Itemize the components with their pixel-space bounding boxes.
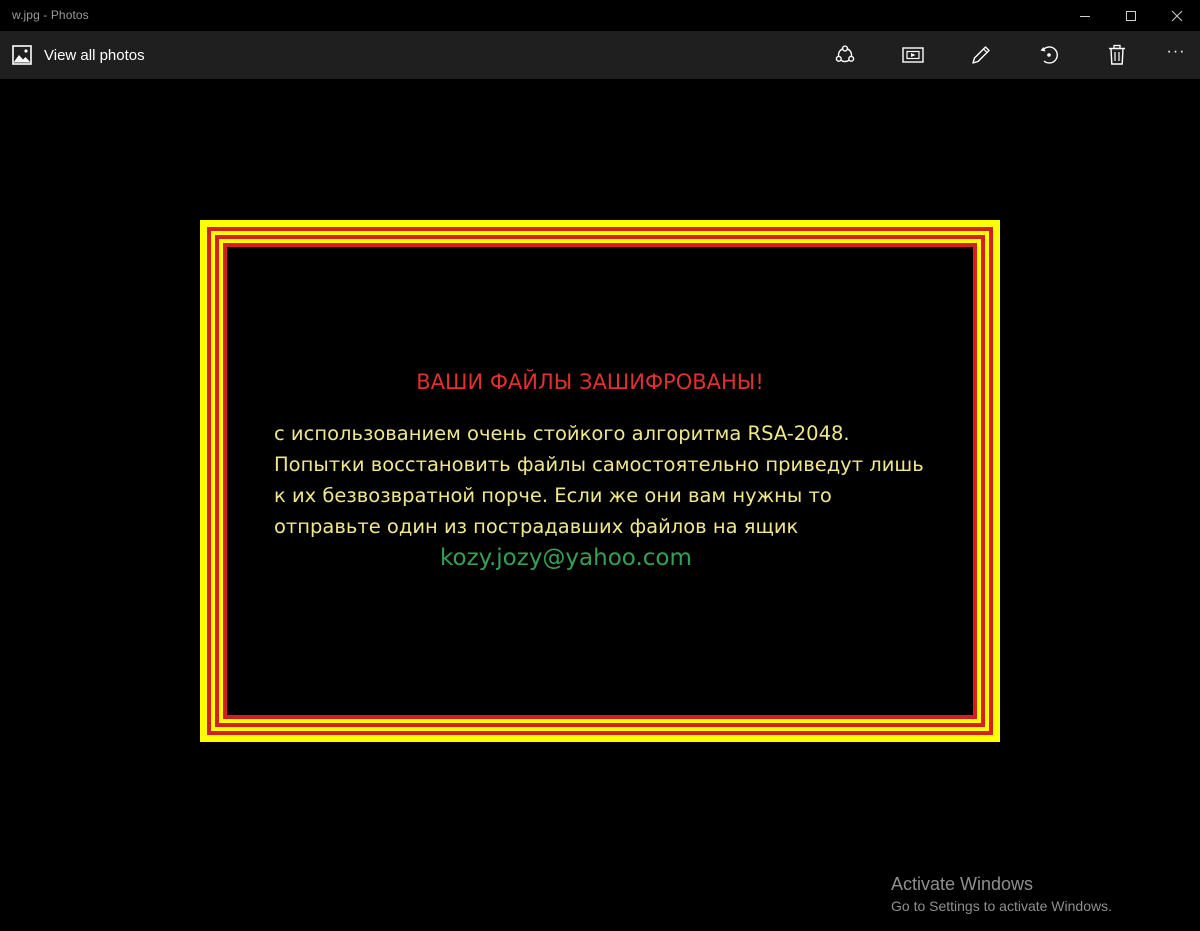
view-all-label: View all photos bbox=[44, 46, 145, 64]
delete-button[interactable] bbox=[1093, 31, 1141, 79]
app-toolbar: View all photos ··· bbox=[0, 31, 1200, 79]
ransom-line: к их безвозвратной порче. Если же они ва… bbox=[274, 484, 832, 507]
ransom-title-text: ВАШИ ФАЙЛЫ ЗАШИФРОВАНЫ! bbox=[416, 370, 764, 394]
share-button[interactable] bbox=[821, 31, 869, 79]
share-icon bbox=[835, 45, 855, 63]
title-bar: w.jpg - Photos bbox=[0, 0, 1200, 31]
more-icon: ··· bbox=[1166, 43, 1186, 60]
edit-icon bbox=[972, 46, 990, 64]
rotate-icon bbox=[1040, 46, 1058, 64]
edit-button[interactable] bbox=[957, 31, 1005, 79]
more-options-button[interactable]: ··· bbox=[1152, 31, 1200, 79]
minimize-icon bbox=[1080, 15, 1090, 17]
ransom-line: Попытки восстановить файлы самостоятельн… bbox=[274, 453, 924, 476]
displayed-photo: ВАШИ ФАЙЛЫ ЗАШИФРОВАНЫ! с использованием… bbox=[200, 220, 1000, 742]
photo-gallery-icon bbox=[12, 45, 32, 65]
ransom-email: kozy.jozy@yahoo.com bbox=[440, 545, 692, 571]
close-button[interactable] bbox=[1154, 0, 1200, 31]
ransom-line: с использованием очень стойкого алгоритм… bbox=[274, 422, 850, 445]
maximize-icon bbox=[1126, 10, 1136, 21]
maximize-button[interactable] bbox=[1108, 0, 1154, 31]
activate-windows-title: Activate Windows bbox=[891, 874, 1034, 894]
activate-windows-subtitle: Go to Settings to activate Windows. bbox=[891, 898, 1112, 914]
ransom-title: ВАШИ ФАЙЛЫ ЗАШИФРОВАНЫ! bbox=[200, 370, 1000, 394]
activate-windows-watermark: Activate Windows Go to Settings to activ… bbox=[891, 873, 1112, 916]
ransom-message: с использованием очень стойкого алгоритм… bbox=[274, 418, 974, 542]
slideshow-button[interactable] bbox=[889, 31, 937, 79]
rotate-button[interactable] bbox=[1025, 31, 1073, 79]
view-all-photos-button[interactable]: View all photos bbox=[0, 31, 145, 79]
close-icon bbox=[1171, 10, 1183, 21]
ransom-line: отправьте один из пострадавших файлов на… bbox=[274, 515, 799, 538]
slideshow-icon bbox=[902, 47, 924, 63]
minimize-button[interactable] bbox=[1062, 0, 1108, 31]
delete-icon bbox=[1109, 44, 1125, 65]
window-title: w.jpg - Photos bbox=[12, 8, 89, 22]
